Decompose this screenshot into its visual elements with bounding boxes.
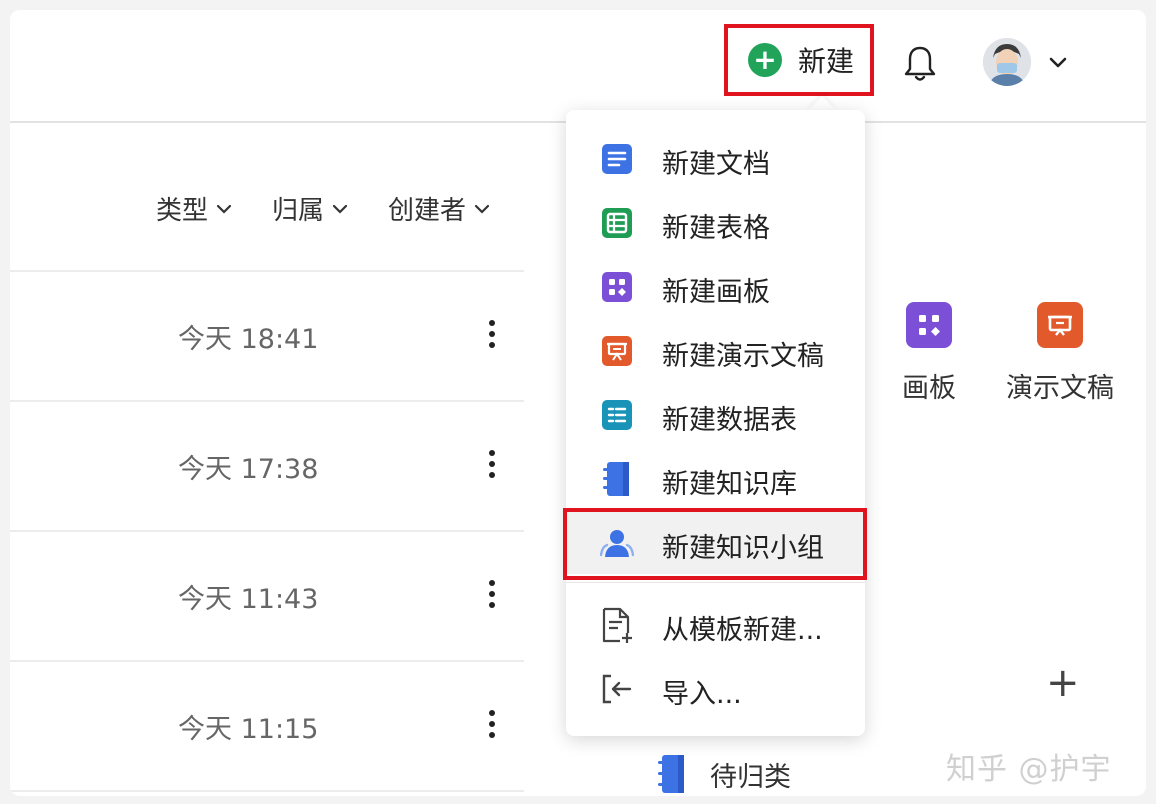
user-avatar [983, 38, 1031, 86]
menu-item-import[interactable]: 导入... [566, 656, 865, 720]
presentation-icon [600, 334, 634, 368]
plus-circle-icon: + [748, 43, 782, 77]
board-icon [906, 302, 952, 348]
pending-label: 待归类 [710, 761, 791, 793]
menu-item-new-datatable[interactable]: 新建数据表 [566, 382, 865, 446]
filter-label: 类型 [156, 196, 209, 226]
menu-item-new-doc[interactable]: 新建文档 [566, 126, 865, 190]
menu-item-new-presentation[interactable]: 新建演示文稿 [566, 318, 865, 382]
quick-create-board[interactable]: 画板 [902, 302, 956, 405]
filter-label: 归属 [272, 196, 325, 226]
pending-category[interactable]: 待归类 [656, 753, 791, 795]
new-button[interactable]: + 新建 [724, 24, 874, 96]
datatable-icon [600, 398, 634, 432]
menu-item-label: 新建文档 [662, 149, 770, 180]
menu-item-label: 新建演示文稿 [662, 341, 824, 372]
knowledge-base-icon [600, 462, 634, 496]
watermark: 知乎 @护宇 [946, 752, 1112, 787]
filter-label: 创建者 [388, 196, 467, 226]
menu-divider [566, 582, 865, 583]
board-icon [600, 270, 634, 304]
menu-item-label: 导入... [662, 679, 742, 710]
table-row[interactable]: 今天 11:43 [10, 530, 524, 660]
new-dropdown-menu: 新建文档 新建表格 新建画板 新建演示文稿 新建数据表 新建知识库 新建知识小组… [566, 110, 865, 736]
more-icon[interactable] [484, 580, 500, 614]
quick-create-label: 演示文稿 [1006, 373, 1114, 404]
filter-creator[interactable]: 创建者 [388, 190, 492, 227]
template-icon [600, 607, 634, 643]
menu-item-new-sheet[interactable]: 新建表格 [566, 190, 865, 254]
menu-item-label: 从模板新建... [662, 615, 823, 646]
top-header: + 新建 [10, 10, 1146, 123]
chevron-down-icon[interactable] [1046, 50, 1070, 74]
table-row[interactable]: 今天 18:41 [10, 270, 524, 400]
row-time: 今天 18:41 [178, 324, 319, 355]
row-time: 今天 17:38 [178, 454, 319, 485]
presentation-icon [1037, 302, 1083, 348]
row-time: 今天 11:43 [178, 584, 319, 615]
bell-icon[interactable] [903, 44, 937, 84]
more-icon[interactable] [484, 450, 500, 484]
menu-item-label: 新建知识库 [662, 469, 797, 500]
quick-create-label: 画板 [902, 373, 956, 404]
table-row[interactable]: 今天 11:15 [10, 660, 524, 790]
highlight-box [563, 508, 867, 580]
row-divider [10, 790, 524, 796]
chevron-down-icon [332, 204, 348, 214]
menu-item-new-knowledge-base[interactable]: 新建知识库 [566, 446, 865, 510]
avatar[interactable] [983, 38, 1031, 86]
quick-create-presentation[interactable]: 演示文稿 [1006, 302, 1114, 405]
filter-bar: 类型 归属 创建者 [156, 190, 492, 227]
row-time: 今天 11:15 [178, 714, 319, 745]
chevron-down-icon [216, 204, 232, 214]
new-button-label: 新建 [798, 45, 855, 78]
add-icon[interactable]: + [1046, 660, 1080, 706]
more-icon[interactable] [484, 710, 500, 744]
filter-owner[interactable]: 归属 [272, 190, 350, 227]
sheet-icon [600, 206, 634, 240]
menu-item-label: 新建表格 [662, 213, 770, 244]
notebook-icon [658, 755, 684, 793]
filter-type[interactable]: 类型 [156, 190, 234, 227]
more-icon[interactable] [484, 320, 500, 354]
chevron-down-icon [474, 204, 490, 214]
menu-item-label: 新建画板 [662, 277, 770, 308]
import-icon [600, 672, 634, 706]
menu-item-new-board[interactable]: 新建画板 [566, 254, 865, 318]
menu-item-from-template[interactable]: 从模板新建... [566, 592, 865, 656]
doc-icon [600, 142, 634, 176]
menu-item-label: 新建数据表 [662, 405, 797, 436]
table-row[interactable]: 今天 17:38 [10, 400, 524, 530]
